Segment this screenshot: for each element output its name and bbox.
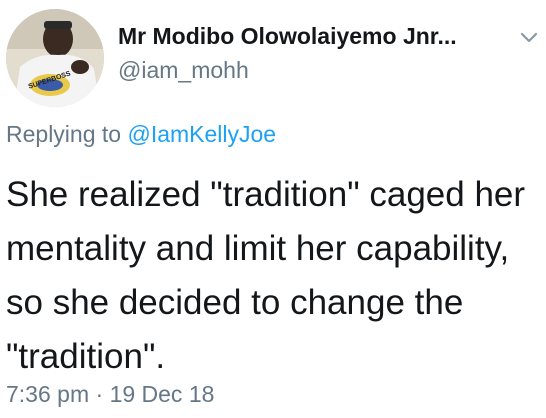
chevron-down-icon[interactable] xyxy=(518,26,540,48)
timestamp-separator: · xyxy=(95,381,104,407)
tweet-date: 19 Dec 18 xyxy=(109,381,215,407)
user-handle[interactable]: @iam_mohh xyxy=(118,56,516,85)
tweet-text: She realized "tradition" caged her menta… xyxy=(6,175,526,376)
display-name[interactable]: Mr Modibo Olowolaiyemo Jnr... xyxy=(118,22,514,51)
author-info: Mr Modibo Olowolaiyemo Jnr... @iam_mohh xyxy=(118,22,516,85)
replying-to: Replying to @IamKellyJoe xyxy=(6,121,276,149)
tweet-card: SUPERBOSS Mr Modibo Olowolaiyemo Jnr... … xyxy=(0,0,546,418)
avatar[interactable]: SUPERBOSS xyxy=(6,9,104,107)
reply-mention-link[interactable]: @IamKellyJoe xyxy=(127,121,276,147)
replying-to-label: Replying to xyxy=(6,121,122,147)
tweet-time: 7:36 pm xyxy=(6,381,90,407)
avatar-image: SUPERBOSS xyxy=(6,9,104,107)
timestamp[interactable]: 7:36 pm · 19 Dec 18 xyxy=(6,381,214,409)
